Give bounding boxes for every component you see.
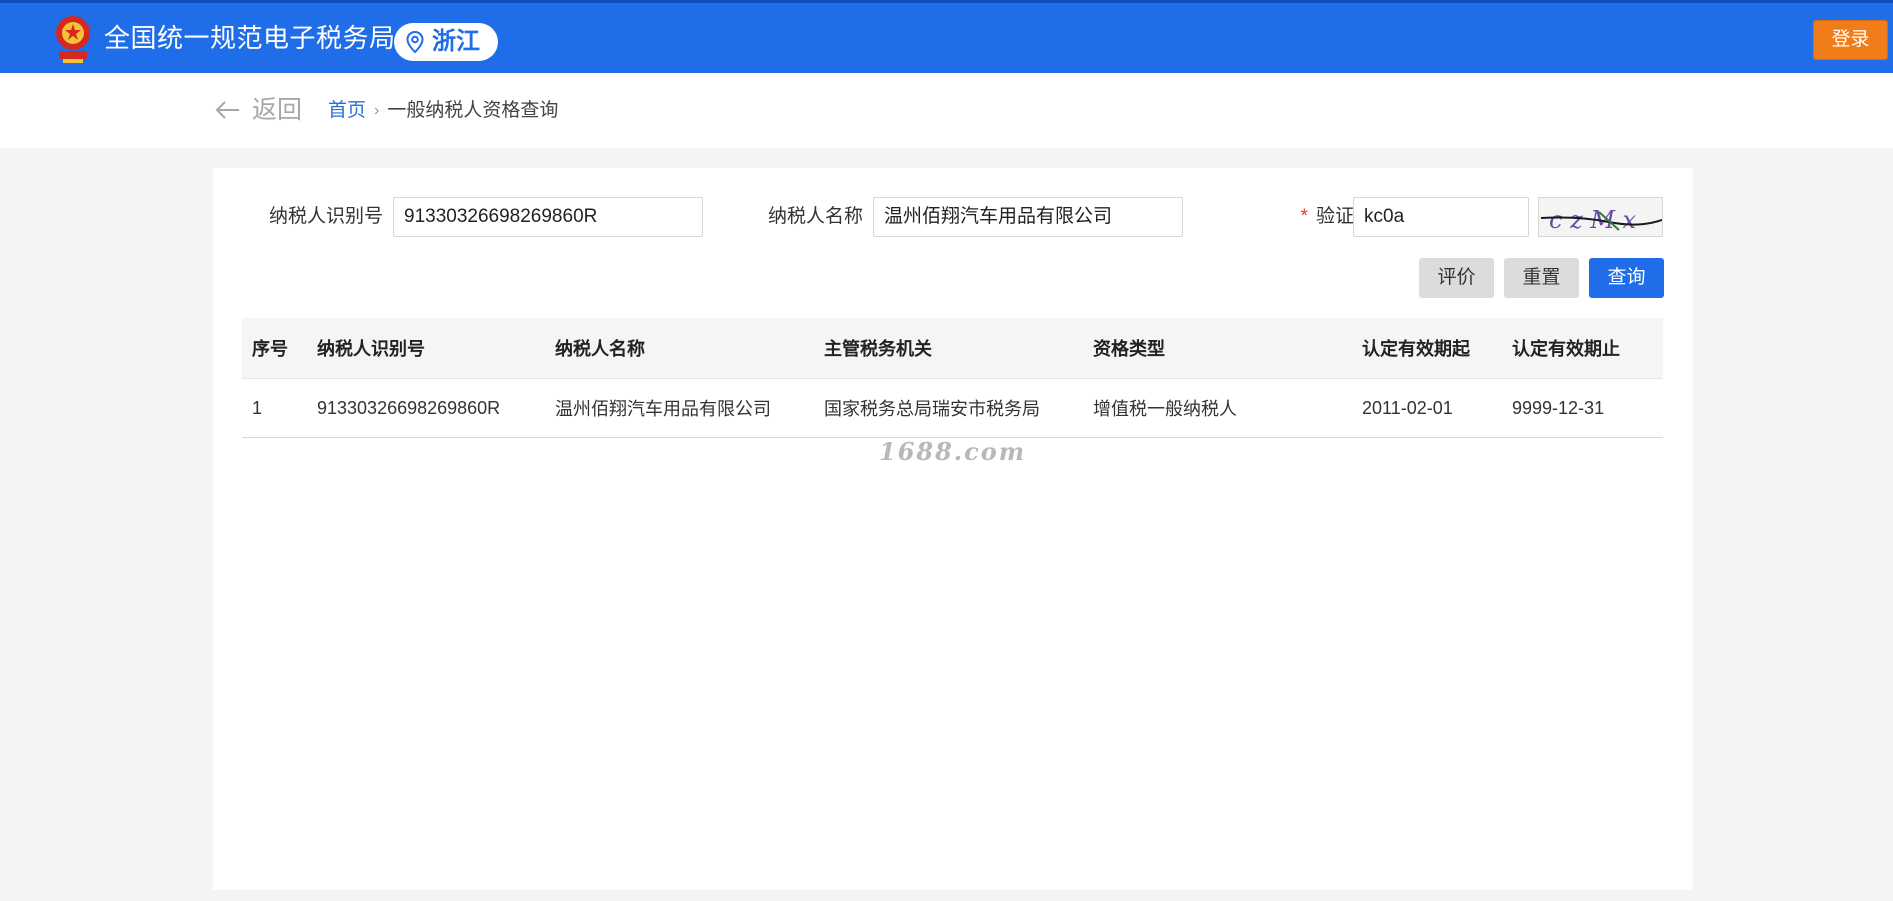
breadcrumb-separator: › bbox=[374, 102, 380, 119]
taxpayer-name-input[interactable]: 温州佰翔汽车用品有限公司 bbox=[873, 197, 1183, 237]
taxpayer-id-label: 纳税人识别号 bbox=[268, 206, 383, 227]
taxpayer-id-input[interactable]: 91330326698269860R bbox=[393, 197, 703, 237]
column-header-valid-to: 认定有效期止 bbox=[1512, 339, 1620, 359]
cell-taxpayer-name: 温州佰翔汽车用品有限公司 bbox=[555, 399, 771, 419]
breadcrumb: 首页 › 一般纳税人资格查询 bbox=[328, 98, 558, 124]
query-button[interactable]: 查询 bbox=[1589, 258, 1664, 298]
back-label: 返回 bbox=[252, 96, 303, 124]
breadcrumb-bar: 返回 首页 › 一般纳税人资格查询 bbox=[0, 73, 1893, 148]
breadcrumb-home-link[interactable]: 首页 bbox=[328, 98, 366, 124]
table-row: 1 91330326698269860R 温州佰翔汽车用品有限公司 国家税务总局… bbox=[242, 378, 1663, 438]
column-header-qualification-type: 资格类型 bbox=[1093, 339, 1165, 359]
cell-valid-to: 9999-12-31 bbox=[1512, 397, 1605, 418]
reset-button[interactable]: 重置 bbox=[1504, 258, 1579, 298]
cell-tax-authority: 国家税务总局瑞安市税务局 bbox=[824, 399, 1040, 419]
top-header-bar: 全国统一规范电子税务局 浙江 登录 bbox=[0, 0, 1893, 73]
arrow-left-icon bbox=[215, 101, 239, 119]
site-title: 全国统一规范电子税务局 bbox=[104, 23, 396, 53]
table-header: 序号 纳税人识别号 纳税人名称 主管税务机关 资格类型 认定有效期起 认定有效期… bbox=[242, 318, 1663, 378]
captcha-graphic: c z M x bbox=[1539, 198, 1662, 236]
login-button[interactable]: 登录 bbox=[1813, 20, 1888, 60]
column-header-taxpayer-name: 纳税人名称 bbox=[555, 339, 645, 359]
required-mark: * bbox=[1300, 206, 1308, 227]
cell-valid-from: 2011-02-01 bbox=[1362, 397, 1453, 418]
region-label: 浙江 bbox=[432, 28, 480, 55]
captcha-image[interactable]: c z M x bbox=[1538, 197, 1663, 237]
query-card: 纳税人识别号 91330326698269860R 纳税人名称 温州佰翔汽车用品… bbox=[213, 168, 1693, 890]
breadcrumb-current: 一般纳税人资格查询 bbox=[387, 100, 559, 121]
region-selector[interactable]: 浙江 bbox=[394, 23, 498, 61]
column-header-tax-authority: 主管税务机关 bbox=[824, 339, 932, 359]
tax-emblem-icon bbox=[56, 16, 90, 63]
captcha-input[interactable]: kc0a bbox=[1353, 197, 1529, 237]
column-header-index: 序号 bbox=[252, 339, 288, 359]
cell-taxpayer-id: 91330326698269860R bbox=[317, 397, 501, 418]
results-table: 序号 纳税人识别号 纳税人名称 主管税务机关 资格类型 认定有效期起 认定有效期… bbox=[242, 318, 1663, 438]
evaluate-button[interactable]: 评价 bbox=[1419, 258, 1494, 298]
watermark: 1688.com bbox=[879, 437, 1027, 466]
back-button[interactable]: 返回 bbox=[214, 95, 302, 125]
cell-qualification-type: 增值税一般纳税人 bbox=[1093, 399, 1237, 419]
column-header-taxpayer-id: 纳税人识别号 bbox=[317, 339, 425, 359]
location-pin-icon bbox=[406, 31, 424, 53]
cell-index: 1 bbox=[252, 397, 263, 418]
column-header-valid-from: 认定有效期起 bbox=[1362, 339, 1470, 359]
taxpayer-name-label: 纳税人名称 bbox=[767, 206, 863, 227]
